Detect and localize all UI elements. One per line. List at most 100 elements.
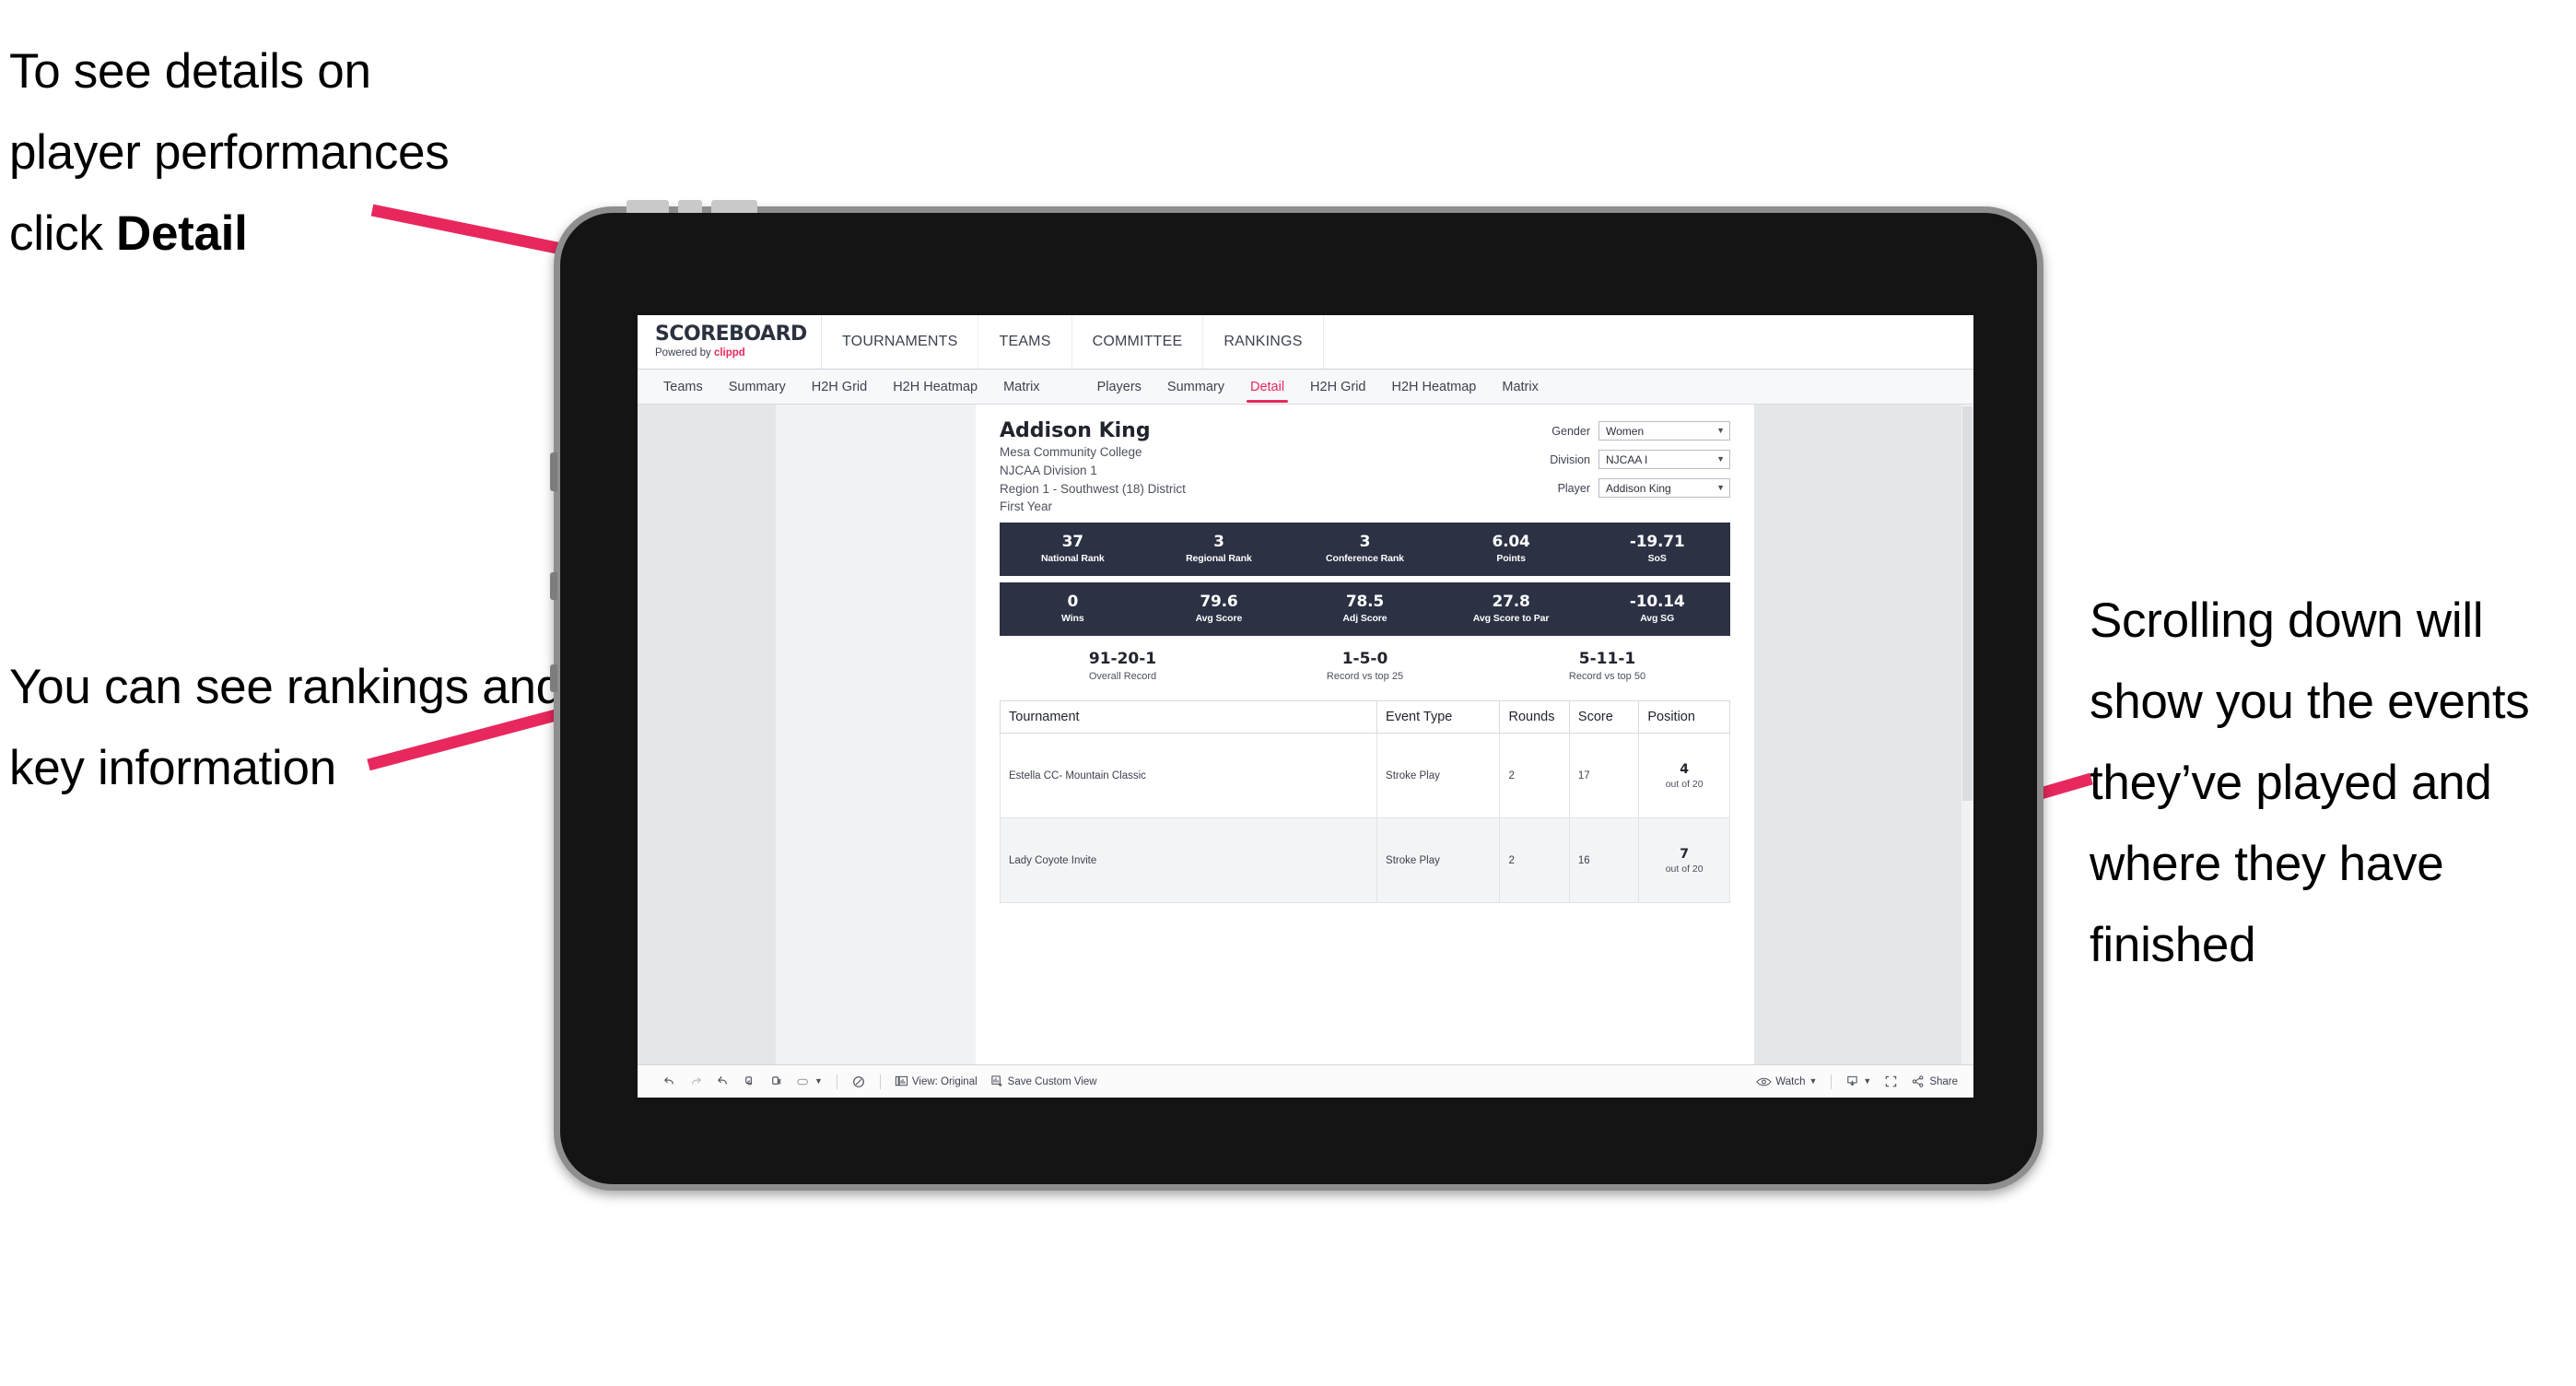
filter-panel: Gender Women ▼ Division NJCAA I ▼ Player…: [1533, 419, 1730, 507]
view-icon: [895, 1075, 908, 1088]
tab-teams-h2h-heatmap[interactable]: H2H Heatmap: [880, 370, 990, 404]
tab-players-summary[interactable]: Summary: [1154, 370, 1237, 404]
view-original-button[interactable]: View: Original: [888, 1070, 984, 1094]
record-vs-top-50-value: 5-11-1: [1578, 649, 1636, 668]
cell-rounds: 2: [1499, 817, 1570, 904]
toolbar-divider: [1831, 1074, 1832, 1089]
refresh-button[interactable]: [736, 1070, 763, 1094]
cell-tournament: Estella CC- Mountain Classic: [999, 733, 1378, 819]
top-nav-rankings[interactable]: RANKINGS: [1203, 315, 1324, 369]
tab-players-detail[interactable]: Detail: [1237, 370, 1297, 404]
fullscreen-button[interactable]: [1878, 1070, 1904, 1094]
table-row[interactable]: Estella CC- Mountain Classic Stroke Play…: [999, 733, 1730, 819]
chevron-down-icon: ▼: [1716, 483, 1725, 492]
cell-tournament: Lady Coyote Invite: [999, 817, 1378, 904]
stat-wins-label: Wins: [1061, 613, 1084, 625]
column-header-event-type[interactable]: Event Type: [1376, 700, 1501, 734]
table-header-row: Tournament Event Type Rounds Score Posit…: [999, 700, 1730, 734]
tournaments-table-body: Estella CC- Mountain Classic Stroke Play…: [999, 733, 1730, 904]
tab-teams-summary[interactable]: Summary: [716, 370, 799, 404]
tab-players-h2h-grid[interactable]: H2H Grid: [1297, 370, 1378, 404]
tab-teams-matrix[interactable]: Matrix: [990, 370, 1052, 404]
filter-gender-value: Women: [1606, 424, 1645, 438]
player-region: Region 1 - Southwest (18) District: [1000, 481, 1186, 496]
save-custom-view-button[interactable]: Save Custom View: [984, 1070, 1104, 1094]
chevron-down-icon: ▼: [814, 1076, 823, 1086]
tablet-top-buttons: [626, 200, 765, 213]
pause-auto-updates-button[interactable]: [845, 1070, 872, 1094]
tournaments-table: Tournament Event Type Rounds Score Posit…: [999, 700, 1730, 904]
player-name: Addison King: [1000, 419, 1151, 442]
tab-players[interactable]: Players: [1084, 370, 1154, 404]
column-header-position[interactable]: Position: [1638, 700, 1730, 734]
viz-vertical-scrollbar[interactable]: [1961, 405, 1973, 1064]
watch-button[interactable]: Watch ▼: [1750, 1070, 1823, 1094]
brand-title: SCOREBOARD: [655, 323, 807, 346]
cell-position: 4 out of 20: [1638, 733, 1730, 819]
chevron-down-icon: ▼: [1863, 1076, 1872, 1086]
pause-icon: [769, 1075, 783, 1088]
cell-score: 17: [1568, 733, 1640, 819]
tab-players-matrix[interactable]: Matrix: [1489, 370, 1551, 404]
filter-division-value: NJCAA I: [1606, 452, 1648, 466]
tablet-side-button-power: [550, 452, 557, 491]
stat-sos-label: SoS: [1647, 553, 1667, 565]
player-header: Addison King Mesa Community College NJCA…: [1000, 419, 1730, 516]
record-overall: 91-20-1 Overall Record: [1001, 650, 1244, 683]
download-button[interactable]: ▼: [1839, 1070, 1878, 1094]
filter-player-label: Player: [1557, 481, 1590, 495]
annotation-right: Scrolling down will show you the events …: [2090, 593, 2530, 972]
table-row[interactable]: Lady Coyote Invite Stroke Play 2 16 7 ou…: [999, 817, 1730, 904]
tablet-side-button-volume-down: [550, 664, 557, 692]
clippd-brand: clippd: [713, 347, 745, 359]
tab-teams[interactable]: Teams: [650, 370, 716, 404]
stat-avg-score-to-par-value: 27.8: [1492, 592, 1530, 611]
revert-button[interactable]: [709, 1070, 736, 1094]
redo-icon: [689, 1075, 703, 1088]
record-vs-top-25-value: 1-5-0: [1341, 649, 1388, 668]
stat-conference-rank-label: Conference Rank: [1326, 553, 1404, 565]
column-header-score[interactable]: Score: [1568, 700, 1640, 734]
filter-division-select[interactable]: NJCAA I ▼: [1598, 450, 1730, 469]
filter-division-label: Division: [1550, 452, 1590, 466]
stat-avg-sg-value: -10.14: [1629, 592, 1685, 611]
filter-player-select[interactable]: Addison King ▼: [1598, 478, 1730, 498]
filter-gender-select[interactable]: Women ▼: [1598, 421, 1730, 440]
tab-players-h2h-heatmap[interactable]: H2H Heatmap: [1378, 370, 1489, 404]
tablet-side-button-volume-up: [550, 572, 557, 600]
share-button[interactable]: Share: [1904, 1070, 1964, 1094]
chevron-down-icon: ▼: [1716, 426, 1725, 435]
viz-scrollbar-thumb[interactable]: [1962, 406, 1973, 801]
column-header-rounds[interactable]: Rounds: [1499, 700, 1570, 734]
stat-national-rank-label: National Rank: [1040, 553, 1105, 565]
sub-navigation: Teams Summary H2H Grid H2H Heatmap Matri…: [638, 370, 1973, 405]
top-nav-tournaments[interactable]: TOURNAMENTS: [822, 315, 979, 369]
cell-position-outof: out of 20: [1665, 863, 1704, 875]
chevron-down-icon: ▼: [1716, 454, 1725, 464]
undo-button[interactable]: [656, 1070, 683, 1094]
record-vs-top-25: 1-5-0 Record vs top 25: [1244, 649, 1486, 682]
tablet-screen: SCOREBOARD Powered by clippd TOURNAMENTS…: [638, 315, 1973, 1098]
tablet-device: SCOREBOARD Powered by clippd TOURNAMENTS…: [550, 200, 2043, 1191]
undo-dropdown-button[interactable]: ▼: [790, 1070, 829, 1094]
tab-group-teams: Teams Summary H2H Grid H2H Heatmap Matri…: [650, 370, 1053, 404]
stat-conference-rank-value: 3: [1359, 532, 1371, 551]
top-nav-teams[interactable]: TEAMS: [978, 315, 1072, 369]
fullscreen-icon: [1884, 1075, 1898, 1088]
share-icon: [1911, 1075, 1926, 1088]
eye-icon: [1756, 1075, 1773, 1088]
stat-regional-rank-label: Regional Rank: [1186, 553, 1252, 565]
record-overall-label: Overall Record: [1088, 671, 1157, 683]
tablet-button-1: [626, 200, 669, 213]
redo-button[interactable]: [683, 1070, 709, 1094]
stat-sos: -19.71 SoS: [1584, 534, 1730, 565]
brand-logo[interactable]: SCOREBOARD Powered by clippd: [638, 315, 822, 369]
top-nav-committee[interactable]: COMMITTEE: [1072, 315, 1204, 369]
stats-row-rankings: 37 National Rank 3 Regional Rank 3 Confe…: [1000, 522, 1730, 576]
filter-gender: Gender Women ▼: [1533, 421, 1730, 440]
pause-button[interactable]: [763, 1070, 790, 1094]
stat-avg-sg-label: Avg SG: [1640, 613, 1675, 625]
column-header-tournament[interactable]: Tournament: [999, 700, 1378, 734]
view-original-label: View: Original: [911, 1075, 978, 1087]
tab-teams-h2h-grid[interactable]: H2H Grid: [799, 370, 880, 404]
